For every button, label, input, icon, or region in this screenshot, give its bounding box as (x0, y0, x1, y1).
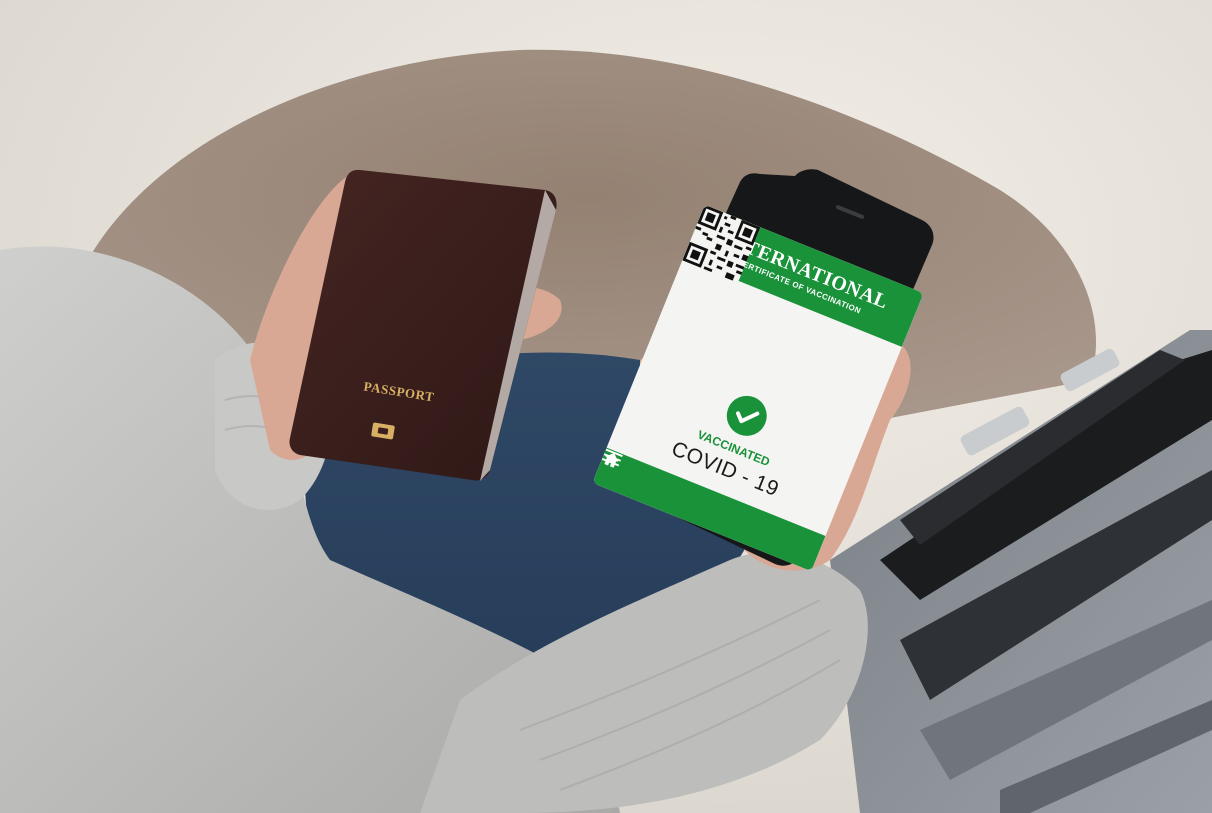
scene-background (0, 0, 1212, 813)
vaccinated-check-icon (720, 389, 773, 442)
photo-scene: INTERNATIONAL CERTIFICATE OF VACCINATION (0, 0, 1212, 813)
